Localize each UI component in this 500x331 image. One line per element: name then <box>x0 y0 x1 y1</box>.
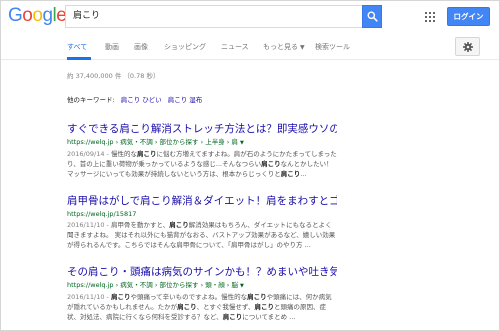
result-date: 2016/11/10 - <box>67 293 111 301</box>
tab-videos[interactable]: 動画 <box>105 42 119 52</box>
snippet-highlight: 肩こり <box>254 303 274 311</box>
search-button[interactable] <box>362 5 382 28</box>
tab-all[interactable]: すべて <box>67 42 87 52</box>
logo-letter: o <box>22 5 33 26</box>
snippet-text: 慢性的な <box>110 150 137 158</box>
apps-grid-icon[interactable] <box>425 12 435 22</box>
settings-button[interactable] <box>455 37 480 56</box>
result-url: https://welq.jp/15817 <box>67 209 337 219</box>
browser-frame: Google 肩こり ログイン すべて 動画 画像 ショッピング ニュース もっ… <box>0 0 500 331</box>
result-url: https://welq.jp › 病気・不調 › 部位から探す › 上半身 ›… <box>67 137 337 148</box>
logo-letter: o <box>32 5 43 26</box>
result-date: 2016/09/14 - <box>67 150 111 158</box>
related-keyword-link[interactable]: 肩こり 湿布 <box>168 96 203 104</box>
snippet-text: や頭痛って辛いものですよね。慢性的な <box>130 293 248 301</box>
snippet-highlight: 肩こり <box>261 160 281 168</box>
result-url-text: https://welq.jp/15817 <box>67 210 137 218</box>
result-stats: 約 37,400,000 件 （0.78 秒） <box>67 72 160 80</box>
result-url: https://welq.jp › 病気・不調 › 部位から探す › 頭・顔 ›… <box>67 280 337 291</box>
result-title-link[interactable]: その肩こり・頭痛は病気のサインかも！？めまいや吐き気に... <box>67 266 337 279</box>
snippet-highlight: 肩こり <box>177 303 197 311</box>
search-result: その肩こり・頭痛は病気のサインかも！？めまいや吐き気に... https://w… <box>67 266 337 322</box>
snippet-highlight: 肩こり <box>110 293 131 301</box>
result-url-text: https://welq.jp › 病気・不調 › 部位から探す › 頭・顔 ›… <box>67 281 238 289</box>
search-tabs: すべて 動画 画像 ショッピング ニュース もっと見る ▼ 検索ツール <box>1 33 499 60</box>
chevron-down-icon: ▼ <box>300 44 305 51</box>
gear-icon <box>463 42 473 52</box>
result-date: 2016/11/10 - <box>67 221 111 229</box>
snippet-text: 、とすぐ我慢せず、 <box>196 303 255 311</box>
result-title-link[interactable]: 肩甲骨はがしで肩こり解消＆ダイエット！肩をまわすとゴリ... <box>67 195 337 208</box>
tab-images[interactable]: 画像 <box>134 42 148 52</box>
related-keywords-label: 他のキーワード: <box>67 96 115 104</box>
snippet-highlight: 肩こり <box>280 170 301 178</box>
search-input[interactable]: 肩こり <box>65 5 362 28</box>
header: Google 肩こり ログイン <box>1 1 499 33</box>
result-snippet: 2016/11/10 - 肩甲骨を動かすと、肩こり解消効果はもちろん、ダイエット… <box>67 220 337 250</box>
snippet-highlight: 肩こり <box>169 221 189 229</box>
snippet-text: 肩甲骨を動かすと、 <box>110 221 170 229</box>
related-keywords: 他のキーワード: 肩こり ひどい 肩こり 湿布 <box>67 94 202 104</box>
tab-news[interactable]: ニュース <box>221 42 249 52</box>
tab-search-tools[interactable]: 検索ツール <box>315 42 350 52</box>
related-keyword-link[interactable]: 肩こり ひどい <box>121 96 162 104</box>
logo-letter: g <box>42 5 53 26</box>
result-url-text: https://welq.jp › 病気・不調 › 部位から探す › 上半身 ›… <box>67 138 238 146</box>
tab-more-label: もっと見る <box>263 43 298 51</box>
snippet-text: ... <box>300 170 307 178</box>
logo-letter: G <box>8 5 23 26</box>
chevron-down-icon[interactable]: ▼ <box>240 140 244 146</box>
search-icon <box>367 11 378 22</box>
search-result: すぐできる肩こり解消ストレッチ方法とは？即実感ウソのよ... https://w… <box>67 123 337 179</box>
tab-more[interactable]: もっと見る ▼ <box>263 42 305 52</box>
search-result: 肩甲骨はがしで肩こり解消＆ダイエット！肩をまわすとゴリ... https://w… <box>67 195 337 250</box>
snippet-highlight: 肩こり <box>136 150 157 158</box>
snippet-text: についてまとめ ... <box>242 313 296 321</box>
snippet-highlight: 肩こり <box>222 313 243 321</box>
tab-shopping[interactable]: ショッピング <box>164 42 206 52</box>
google-logo[interactable]: Google <box>8 5 67 26</box>
active-tab-indicator <box>67 57 91 60</box>
chevron-down-icon[interactable]: ▼ <box>240 283 244 289</box>
result-title-link[interactable]: すぐできる肩こり解消ストレッチ方法とは？即実感ウソのよ... <box>67 123 337 136</box>
result-snippet: 2016/11/10 - 肩こりや頭痛って辛いものですよね。慢性的な肩こりや頭痛… <box>67 292 337 322</box>
login-button[interactable]: ログイン <box>447 7 490 26</box>
snippet-highlight: 肩こり <box>247 293 267 301</box>
result-snippet: 2016/09/14 - 慢性的な肩こりに悩む方増えてますよね。肩が石のようにか… <box>67 149 337 179</box>
